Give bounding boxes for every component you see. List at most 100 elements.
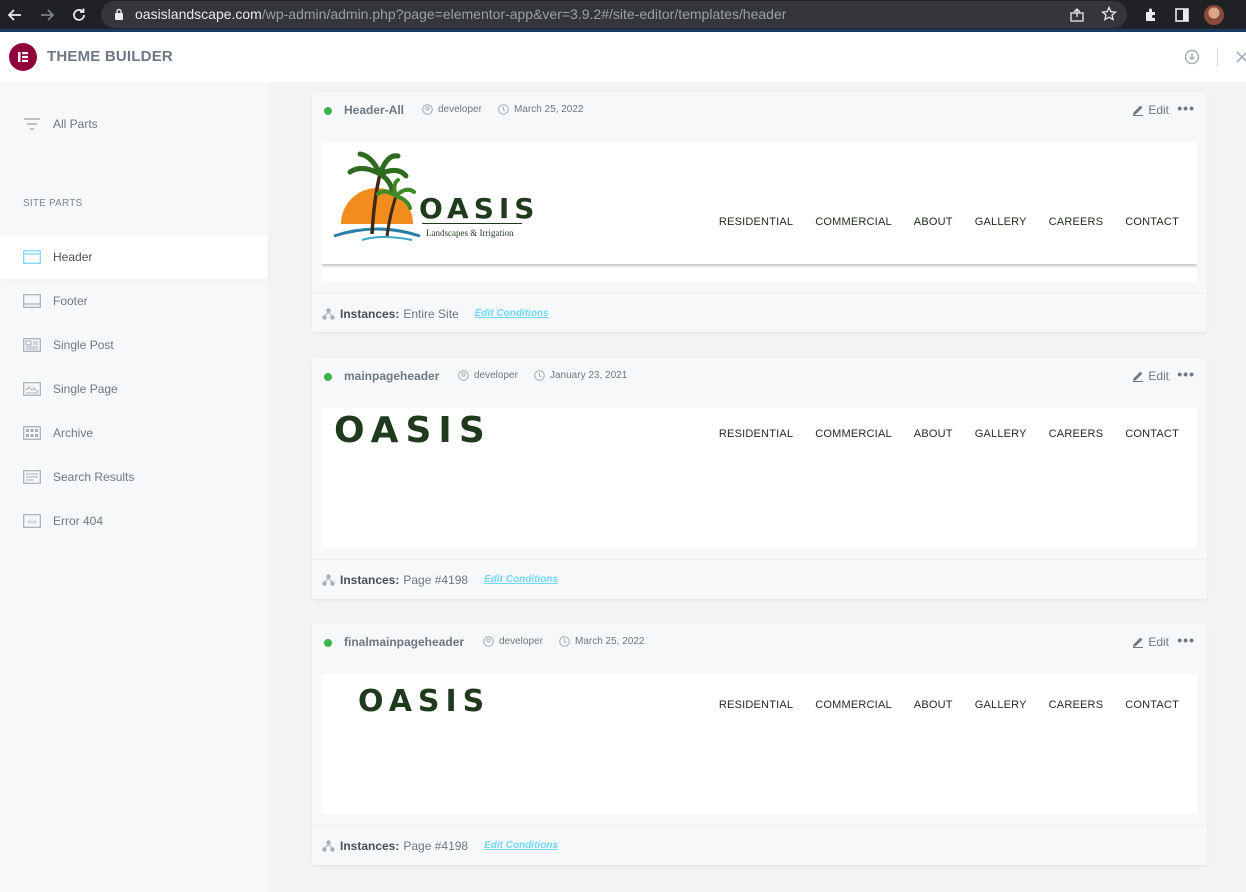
close-icon[interactable] <box>1236 51 1246 63</box>
instances-label: Instances: <box>340 306 400 321</box>
user-circle-icon <box>458 370 469 381</box>
nav-item-careers: CAREERS <box>1048 699 1104 711</box>
modified-date: January 23, 2021 <box>550 370 628 381</box>
edit-label: Edit <box>1148 369 1169 383</box>
nav-item-gallery: GALLERY <box>974 428 1027 440</box>
nav-item-careers: CAREERS <box>1048 428 1104 440</box>
author-name: developer <box>438 104 482 115</box>
nav-item-careers: CAREERS <box>1048 216 1104 228</box>
author-meta: developer <box>483 636 543 647</box>
edit-button[interactable]: Edit <box>1132 635 1169 649</box>
header-divider <box>1217 47 1218 67</box>
sidebar-item-label: All Parts <box>53 117 98 131</box>
clock-icon <box>498 104 509 115</box>
svg-text:404: 404 <box>27 520 36 526</box>
sidebar-item-error-404[interactable]: 404 Error 404 <box>0 499 268 543</box>
sidebar-item-label: Archive <box>53 426 94 440</box>
nav-item-gallery: GALLERY <box>974 699 1027 711</box>
sidebar-item-single-page[interactable]: Single Page <box>0 367 268 411</box>
more-options-icon[interactable]: ••• <box>1177 100 1195 116</box>
edit-button[interactable]: Edit <box>1132 103 1169 117</box>
author-meta: developer <box>458 370 518 381</box>
url-path: /wp-admin/admin.php?page=elementor-app&v… <box>261 6 787 22</box>
oasis-logo-text: OASIS <box>358 684 491 719</box>
template-title[interactable]: Header-All <box>344 103 404 117</box>
filter-lines-icon <box>22 116 42 132</box>
import-download-icon[interactable] <box>1184 49 1200 65</box>
sidebar-item-label: Search Results <box>53 470 135 484</box>
instances-value: Entire Site <box>403 306 459 321</box>
back-arrow-icon[interactable] <box>4 4 26 26</box>
template-preview[interactable]: OASIS RESIDENTIAL COMMERCIAL ABOUT GALLE… <box>322 674 1197 814</box>
template-title[interactable]: mainpageheader <box>344 369 439 383</box>
user-circle-icon <box>483 636 494 647</box>
search-results-icon <box>22 469 42 485</box>
sidebar-item-label: Error 404 <box>53 514 104 528</box>
logo-rule <box>422 223 522 224</box>
palm-sunset-logo-icon <box>332 151 422 244</box>
url-host: oasislandscape.com <box>135 6 262 22</box>
edit-label: Edit <box>1148 635 1169 649</box>
sidebar-item-archive[interactable]: Archive <box>0 411 268 455</box>
pencil-icon <box>1133 371 1144 382</box>
browser-toolbar: oasislandscape.com/wp-admin/admin.php?pa… <box>0 0 1246 31</box>
url-text: oasislandscape.com/wp-admin/admin.php?pa… <box>135 6 786 22</box>
header-layout-icon <box>22 249 42 265</box>
preview-nav-menu: RESIDENTIAL COMMERCIAL ABOUT GALLERY CAR… <box>697 216 1179 228</box>
sidebar-item-all-parts[interactable]: All Parts <box>0 102 268 146</box>
side-panel-icon[interactable] <box>1171 4 1193 26</box>
nav-item-contact: CONTACT <box>1125 428 1179 440</box>
sidebar-item-search-results[interactable]: Search Results <box>0 455 268 499</box>
forward-arrow-icon[interactable] <box>36 4 58 26</box>
active-status-dot <box>324 639 332 647</box>
template-card: finalmainpageheader developer March 25, … <box>312 624 1207 865</box>
sidebar-item-header[interactable]: Header <box>0 235 268 279</box>
nav-item-residential: RESIDENTIAL <box>718 428 794 440</box>
instances-label: Instances: <box>340 572 400 587</box>
bookmark-star-icon[interactable] <box>1101 6 1117 22</box>
edit-label: Edit <box>1148 103 1169 117</box>
nav-item-gallery: GALLERY <box>974 216 1027 228</box>
pencil-icon <box>1133 105 1144 116</box>
nav-item-residential: RESIDENTIAL <box>718 216 794 228</box>
template-card: mainpageheader developer January 23, 202… <box>312 358 1207 599</box>
edit-conditions-link[interactable]: Edit Conditions <box>484 840 558 851</box>
instances-value: Page #4198 <box>403 838 469 853</box>
template-card: Header-All developer March 25, 2022 Edit… <box>312 92 1207 332</box>
single-post-icon <box>22 337 42 353</box>
oasis-logo-text: OASIS <box>419 192 540 225</box>
more-options-icon[interactable]: ••• <box>1177 632 1195 648</box>
nav-item-residential: RESIDENTIAL <box>718 699 794 711</box>
user-circle-icon <box>422 104 433 115</box>
more-options-icon[interactable]: ••• <box>1177 366 1195 382</box>
share-icon[interactable] <box>1069 7 1085 23</box>
template-preview[interactable]: OASIS RESIDENTIAL COMMERCIAL ABOUT GALLE… <box>322 408 1197 548</box>
reload-icon[interactable] <box>68 4 90 26</box>
clock-icon <box>534 370 545 381</box>
sidebar-item-footer[interactable]: Footer <box>0 279 268 323</box>
sidebar-item-label: Header <box>53 250 93 264</box>
card-footer: Instances: Entire Site Edit Conditions <box>312 293 1207 333</box>
nav-item-about: ABOUT <box>913 428 953 440</box>
footer-layout-icon <box>22 293 42 309</box>
date-meta: March 25, 2022 <box>498 104 584 115</box>
app-title: THEME BUILDER <box>47 48 173 65</box>
edit-conditions-link[interactable]: Edit Conditions <box>475 308 549 319</box>
nav-item-contact: CONTACT <box>1125 699 1179 711</box>
address-bar[interactable]: oasislandscape.com/wp-admin/admin.php?pa… <box>101 1 1127 28</box>
template-preview[interactable]: OASIS Landscapes & Irrigation RESIDENTIA… <box>322 142 1197 282</box>
nav-item-commercial: COMMERCIAL <box>815 428 892 440</box>
archive-icon <box>22 425 42 441</box>
card-footer: Instances: Page #4198 Edit Conditions <box>312 825 1207 865</box>
edit-button[interactable]: Edit <box>1132 369 1169 383</box>
template-title[interactable]: finalmainpageheader <box>344 635 464 649</box>
sidebar-item-single-post[interactable]: Single Post <box>0 323 268 367</box>
hierarchy-icon <box>322 839 335 852</box>
extensions-puzzle-icon[interactable] <box>1140 4 1162 26</box>
preview-nav-menu: RESIDENTIAL COMMERCIAL ABOUT GALLERY CAR… <box>697 699 1179 711</box>
edit-conditions-link[interactable]: Edit Conditions <box>484 574 558 585</box>
date-meta: January 23, 2021 <box>534 370 627 381</box>
pencil-icon <box>1133 637 1144 648</box>
author-name: developer <box>499 636 543 647</box>
profile-avatar[interactable] <box>1203 4 1225 26</box>
